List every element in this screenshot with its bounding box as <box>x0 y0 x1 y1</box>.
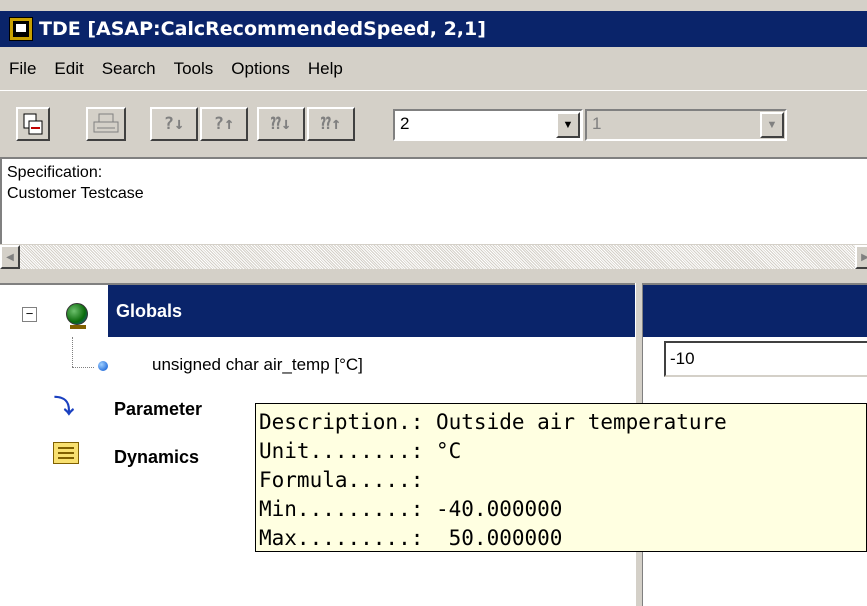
next-up-button[interactable]: ⁇↑ <box>307 107 355 141</box>
tree-node-air-temp[interactable]: unsigned char air_temp [°C] <box>152 355 363 375</box>
tree-node-dynamics[interactable]: Dynamics <box>114 447 199 468</box>
next-down-button[interactable]: ⁇↓ <box>257 107 305 141</box>
dynamics-icon <box>53 442 79 464</box>
menu-file[interactable]: File <box>0 59 45 79</box>
print-button[interactable] <box>86 107 126 141</box>
globals-label: Globals <box>116 300 183 321</box>
collapse-icon[interactable]: − <box>22 307 37 322</box>
horizontal-scrollbar[interactable]: ◀ ▶ <box>0 245 867 269</box>
window-title: TDE [ASAP:CalcRecommendedSpeed, 2,1] <box>39 18 486 40</box>
menu-options[interactable]: Options <box>222 59 299 79</box>
title-bar[interactable]: TDE [ASAP:CalcRecommendedSpeed, 2,1] <box>0 11 867 47</box>
open-icon <box>23 113 43 135</box>
menu-search[interactable]: Search <box>93 59 165 79</box>
menu-bar: File Edit Search Tools Options Help <box>0 50 867 88</box>
chevron-down-icon[interactable]: ▼ <box>556 112 580 138</box>
tree-line <box>72 337 73 367</box>
tooltip-max: Max.........: 50.000000 <box>259 526 563 550</box>
first-index-value: 2 <box>400 114 410 133</box>
top-strip <box>0 0 867 11</box>
second-index-combo[interactable]: 1 ▼ <box>585 109 787 141</box>
tree-node-globals[interactable]: Globals <box>108 285 635 337</box>
search-down-button[interactable]: ?↓ <box>150 107 198 141</box>
air-temp-value-input[interactable]: -10 <box>664 341 867 377</box>
app-icon[interactable] <box>9 17 33 41</box>
tooltip-min: Min.........: -40.000000 <box>259 497 563 521</box>
menu-tools[interactable]: Tools <box>165 59 223 79</box>
search-up-button[interactable]: ?↑ <box>200 107 248 141</box>
menu-edit[interactable]: Edit <box>45 59 92 79</box>
variable-tooltip: Description.: Outside air temperature Uni… <box>255 403 867 552</box>
chevron-down-icon[interactable]: ▼ <box>760 112 784 138</box>
print-icon <box>93 113 119 133</box>
tooltip-unit: Unit........: °C <box>259 439 462 463</box>
menu-help[interactable]: Help <box>299 59 352 79</box>
tree-node-parameter[interactable]: Parameter <box>114 399 202 420</box>
specification-panel[interactable]: Specification: Customer Testcase <box>0 157 867 244</box>
specification-text: Customer Testcase <box>7 185 144 202</box>
value-header <box>643 285 867 337</box>
open-button[interactable] <box>16 107 50 141</box>
specification-label: Specification: <box>7 164 103 181</box>
scroll-left-icon[interactable]: ◀ <box>0 245 20 269</box>
tooltip-description: Description.: Outside air temperature <box>259 410 727 434</box>
toolbar: ?↓ ?↑ ⁇↓ ⁇↑ 2 ▼ 1 ▼ <box>0 90 867 156</box>
globe-stand <box>70 325 86 329</box>
globe-icon <box>66 303 88 325</box>
second-index-value: 1 <box>592 114 602 133</box>
tree-line <box>72 367 94 368</box>
tooltip-formula: Formula.....: <box>259 468 424 492</box>
variable-icon <box>98 361 108 371</box>
parameter-icon: ⤵ <box>54 396 74 418</box>
first-index-combo[interactable]: 2 ▼ <box>393 109 583 141</box>
scroll-right-icon[interactable]: ▶ <box>855 245 867 269</box>
